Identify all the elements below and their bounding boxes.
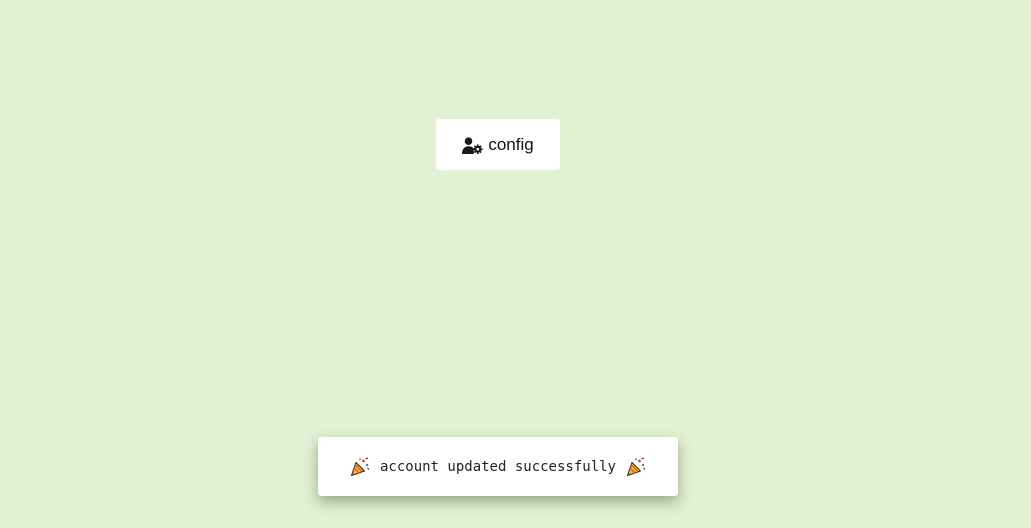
page: config account updated successfully bbox=[0, 0, 1031, 528]
party-popper-icon bbox=[350, 457, 370, 477]
success-toast: account updated successfully bbox=[318, 437, 678, 496]
config-button[interactable]: config bbox=[436, 119, 560, 170]
toast-message: account updated successfully bbox=[379, 458, 616, 475]
party-popper-icon bbox=[626, 457, 646, 477]
config-button-label: config bbox=[488, 134, 534, 154]
user-gear-icon bbox=[462, 136, 483, 154]
